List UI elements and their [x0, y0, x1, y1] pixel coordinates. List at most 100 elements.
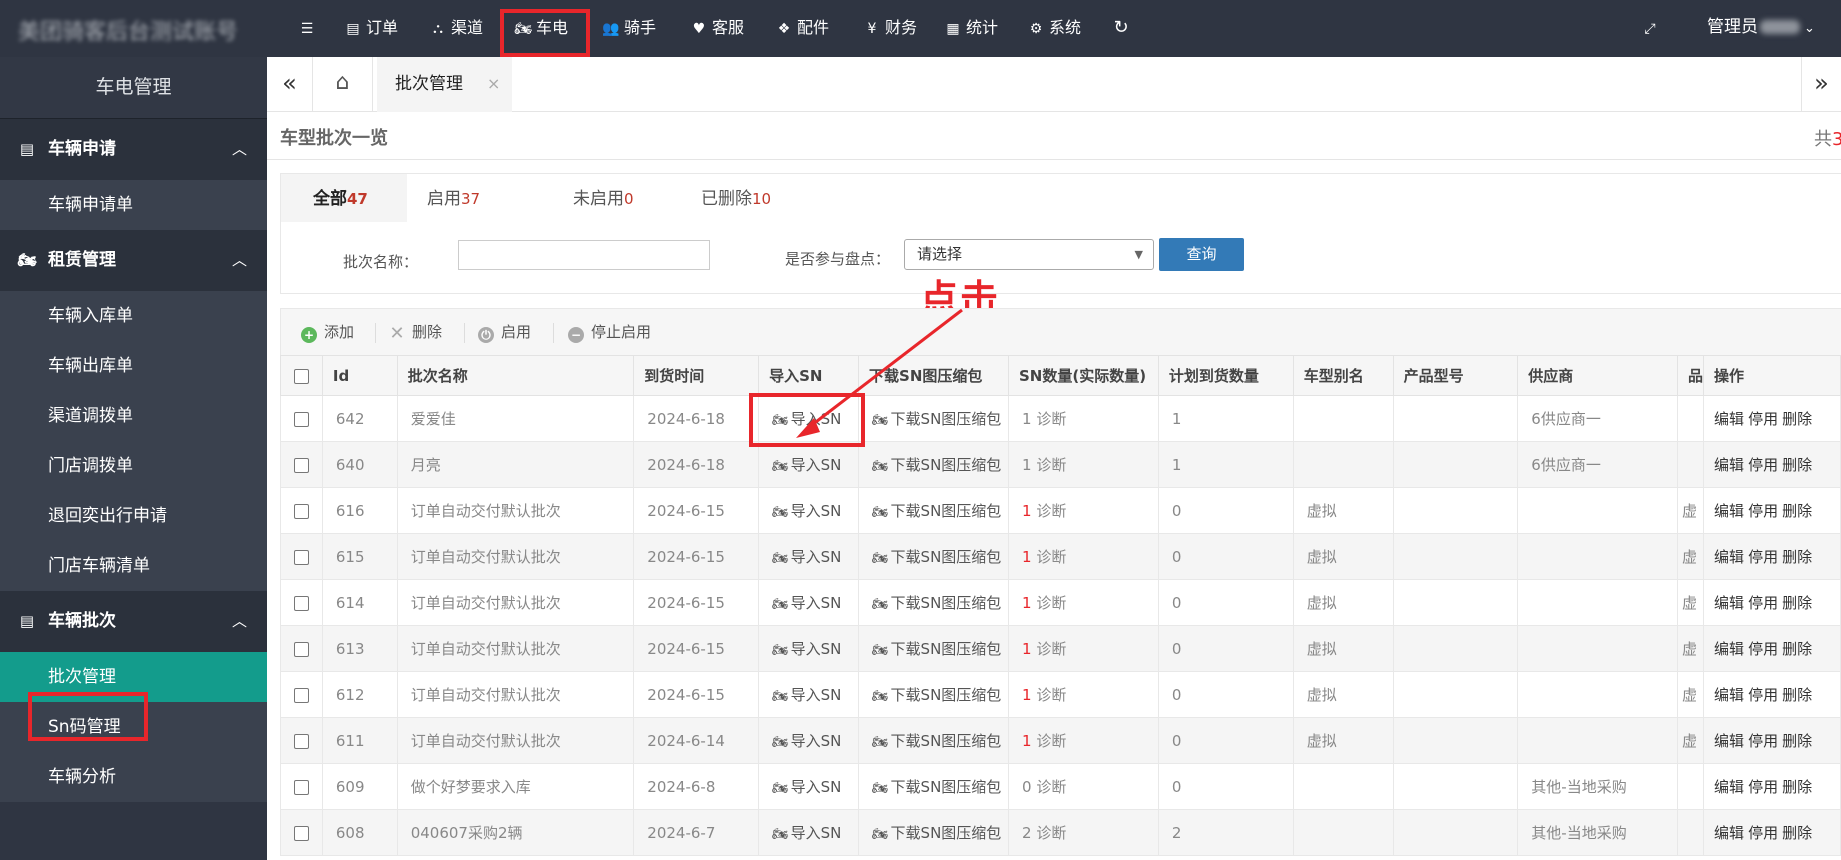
disable-link[interactable]: 停用 [1748, 410, 1778, 428]
delete-link[interactable]: 删除 [1782, 502, 1812, 520]
row-checkbox[interactable] [280, 441, 323, 488]
fullscreen-button[interactable]: ⤢ [1641, 0, 1663, 57]
cell-sn-count[interactable]: 1 诊断 [1007, 671, 1159, 718]
import-sn-link[interactable]: 🏍 导入SN [758, 717, 860, 764]
download-sn-link[interactable]: 🏍 下载SN图压缩包 [858, 625, 1009, 672]
delete-link[interactable]: 删除 [1782, 594, 1812, 612]
filter-tab-all[interactable]: 全部47 [281, 174, 407, 222]
nav-finance[interactable]: ¥ 财务 [863, 0, 917, 57]
nav-customer-service[interactable]: ♥ 客服 [690, 0, 744, 57]
refresh-button[interactable]: ↻ [1112, 0, 1134, 57]
query-button[interactable]: 查询 [1159, 238, 1244, 271]
cell-sn-count[interactable]: 1 诊断 [1007, 441, 1159, 488]
sidebar-group-vehicle-batch[interactable]: ▤ 车辆批次 ︿ [0, 591, 267, 652]
sidebar-item-vehicle-analysis[interactable]: 车辆分析 [0, 752, 267, 802]
delete-button[interactable]: ✕ 删除 [389, 309, 442, 356]
row-checkbox[interactable] [280, 717, 323, 764]
scroll-tabs-left-button[interactable]: « [267, 57, 313, 112]
cell-sn-count[interactable]: 1 诊断 [1007, 487, 1159, 534]
col-header-id[interactable]: Id [321, 355, 398, 396]
admin-user-menu[interactable]: 管理员 ⌄ [1707, 0, 1815, 57]
nav-accessories[interactable]: ❖ 配件 [775, 0, 829, 57]
import-sn-link[interactable]: 🏍 导入SN [758, 625, 860, 672]
enable-button[interactable]: ⏻ 启用 [478, 309, 531, 356]
download-sn-link[interactable]: 🏍 下载SN图压缩包 [858, 579, 1009, 626]
edit-link[interactable]: 编辑 [1714, 548, 1744, 566]
inventory-select[interactable]: 请选择 ▼ [904, 239, 1154, 270]
tab-batch-management[interactable]: 批次管理 × [377, 57, 512, 112]
cell-sn-count[interactable]: 1 诊断 [1007, 625, 1159, 672]
import-sn-link[interactable]: 🏍 导入SN [758, 671, 860, 718]
col-header-import-sn[interactable]: 导入SN [758, 355, 860, 396]
row-checkbox[interactable] [280, 487, 323, 534]
col-header-date[interactable]: 到货时间 [633, 355, 760, 396]
download-sn-link[interactable]: 🏍 下载SN图压缩包 [858, 671, 1009, 718]
edit-link[interactable]: 编辑 [1714, 778, 1744, 796]
close-icon[interactable]: × [487, 57, 500, 111]
edit-link[interactable]: 编辑 [1714, 824, 1744, 842]
col-header-alias[interactable]: 车型别名 [1292, 355, 1394, 396]
import-sn-link[interactable]: 🏍 导入SN [758, 579, 860, 626]
disable-link[interactable]: 停用 [1748, 502, 1778, 520]
row-checkbox[interactable] [280, 395, 323, 442]
cell-sn-count[interactable]: 1 诊断 [1007, 395, 1159, 442]
select-all-checkbox[interactable] [280, 355, 323, 396]
filter-tab-not-enabled[interactable]: 未启用0 [573, 174, 634, 222]
home-tab[interactable]: ⌂ [313, 57, 373, 112]
download-sn-link[interactable]: 🏍 下载SN图压缩包 [858, 533, 1009, 580]
disable-button[interactable]: − 停止启用 [568, 309, 651, 356]
edit-link[interactable]: 编辑 [1714, 594, 1744, 612]
edit-link[interactable]: 编辑 [1714, 410, 1744, 428]
col-header-model[interactable]: 产品型号 [1392, 355, 1519, 396]
sidebar-item-channel-transfer[interactable]: 渠道调拨单 [0, 391, 267, 441]
edit-link[interactable]: 编辑 [1714, 640, 1744, 658]
col-header-name[interactable]: 批次名称 [396, 355, 635, 396]
row-checkbox[interactable] [280, 579, 323, 626]
cell-sn-count[interactable]: 1 诊断 [1007, 533, 1159, 580]
cell-sn-count[interactable]: 1 诊断 [1007, 717, 1159, 764]
cell-sn-count[interactable]: 1 诊断 [1007, 579, 1159, 626]
filter-tab-deleted[interactable]: 已删除10 [701, 174, 771, 222]
edit-link[interactable]: 编辑 [1714, 732, 1744, 750]
menu-toggle-button[interactable]: ☰ [298, 0, 320, 57]
disable-link[interactable]: 停用 [1748, 686, 1778, 704]
import-sn-link[interactable]: 🏍 导入SN [758, 809, 860, 856]
row-checkbox[interactable] [280, 625, 323, 672]
download-sn-link[interactable]: 🏍 下载SN图压缩包 [858, 395, 1009, 442]
nav-statistics[interactable]: ▦ 统计 [944, 0, 998, 57]
delete-link[interactable]: 删除 [1782, 456, 1812, 474]
disable-link[interactable]: 停用 [1748, 594, 1778, 612]
row-checkbox[interactable] [280, 533, 323, 580]
disable-link[interactable]: 停用 [1748, 640, 1778, 658]
sidebar-group-vehicle-apply[interactable]: ▤ 车辆申请 ︿ [0, 119, 267, 180]
delete-link[interactable]: 删除 [1782, 778, 1812, 796]
col-header-pin[interactable]: 品 [1677, 355, 1705, 396]
row-checkbox[interactable] [280, 809, 323, 856]
download-sn-link[interactable]: 🏍 下载SN图压缩包 [858, 487, 1009, 534]
cell-sn-count[interactable]: 2 诊断 [1007, 809, 1159, 856]
disable-link[interactable]: 停用 [1748, 548, 1778, 566]
download-sn-link[interactable]: 🏍 下载SN图压缩包 [858, 763, 1009, 810]
scroll-tabs-right-button[interactable]: » [1801, 57, 1841, 112]
col-header-sn-count[interactable]: SN数量(实际数量) [1007, 355, 1159, 396]
col-header-supplier[interactable]: 供应商 [1517, 355, 1679, 396]
import-sn-link[interactable]: 🏍 导入SN [758, 487, 860, 534]
download-sn-link[interactable]: 🏍 下载SN图压缩包 [858, 441, 1009, 488]
download-sn-link[interactable]: 🏍 下载SN图压缩包 [858, 809, 1009, 856]
sidebar-item-store-transfer[interactable]: 门店调拨单 [0, 441, 267, 491]
sidebar-group-rental[interactable]: 🏍 租赁管理 ︿ [0, 230, 267, 291]
cell-sn-count[interactable]: 0 诊断 [1007, 763, 1159, 810]
row-checkbox[interactable] [280, 763, 323, 810]
sidebar-item-vehicle-apply-form[interactable]: 车辆申请单 [0, 180, 267, 230]
nav-riders[interactable]: 👥 骑手 [602, 0, 656, 57]
sidebar-item-inbound[interactable]: 车辆入库单 [0, 291, 267, 341]
download-sn-link[interactable]: 🏍 下载SN图压缩包 [858, 717, 1009, 764]
delete-link[interactable]: 删除 [1782, 686, 1812, 704]
col-header-download-sn[interactable]: 下载SN图压缩包 [858, 355, 1009, 396]
row-checkbox[interactable] [280, 671, 323, 718]
col-header-plan-count[interactable]: 计划到货数量 [1157, 355, 1294, 396]
delete-link[interactable]: 删除 [1782, 548, 1812, 566]
delete-link[interactable]: 删除 [1782, 824, 1812, 842]
nav-orders[interactable]: ▤ 订单 [344, 0, 398, 57]
sidebar-item-store-vehicle-list[interactable]: 门店车辆清单 [0, 541, 267, 591]
